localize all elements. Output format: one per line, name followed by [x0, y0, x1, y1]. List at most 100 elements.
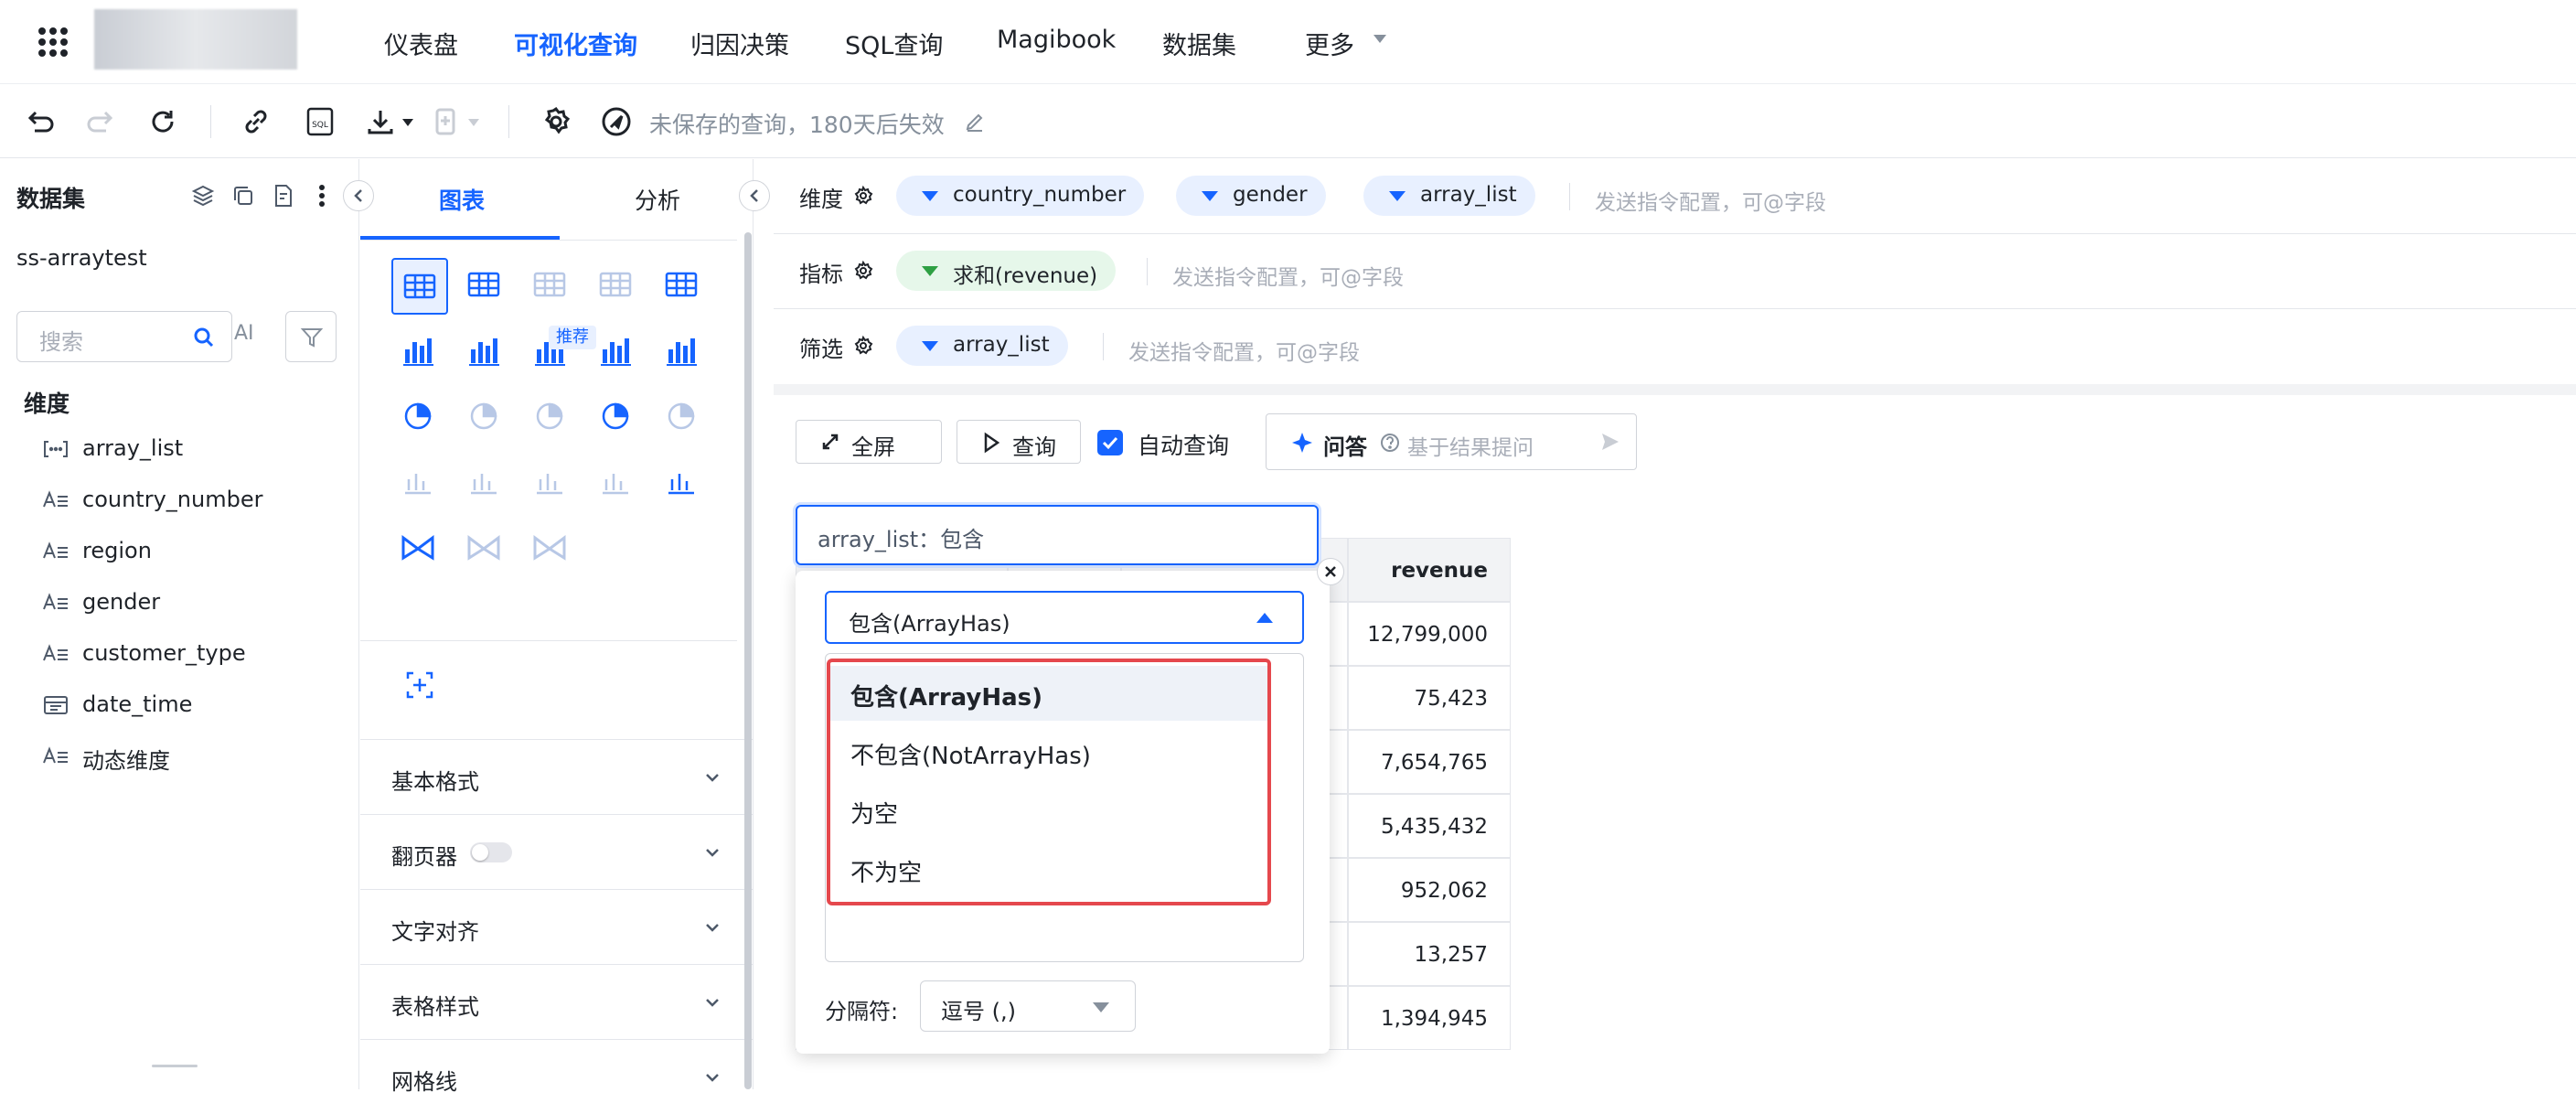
format-section-label: 基本格式	[391, 769, 479, 795]
sankey-icon[interactable]	[391, 521, 448, 578]
bar-chart-icon[interactable]	[391, 324, 448, 380]
search-input[interactable]: 搜索	[16, 311, 232, 362]
filter-pill[interactable]: array_list	[896, 326, 1068, 366]
redo-icon[interactable]	[84, 105, 117, 138]
waterfall-icon[interactable]	[523, 521, 580, 578]
histogram-icon[interactable]	[457, 455, 514, 512]
area-chart-icon[interactable]	[589, 324, 646, 380]
dimension-pill[interactable]: array_list	[1363, 176, 1535, 216]
funnel-stack-icon[interactable]	[523, 390, 580, 446]
tab-analysis[interactable]: 分析	[635, 183, 680, 216]
table-header-cell[interactable]: revenue	[1348, 538, 1511, 602]
dimension-command-input[interactable]: 发送指令配置，可@字段	[1595, 185, 1826, 216]
filter-command-input[interactable]: 发送指令配置，可@字段	[1128, 335, 1360, 366]
doc-settings-icon[interactable]	[271, 183, 296, 209]
ai-search-button[interactable]: AI	[234, 322, 254, 345]
field-item-动态维度[interactable]: 动态维度	[82, 743, 170, 775]
qa-input[interactable]: 问答 基于结果提问	[1266, 413, 1637, 470]
auto-query-checkbox[interactable]	[1097, 430, 1123, 455]
nav-magibook[interactable]: Magibook	[997, 26, 1116, 54]
scrollbar[interactable]	[744, 232, 752, 1089]
gauge-icon[interactable]	[457, 521, 514, 578]
collapse-chart-button[interactable]	[739, 180, 770, 211]
nav-sql-query[interactable]: SQL查询	[845, 26, 943, 61]
operator-option[interactable]: 包含(ArrayHas)	[830, 666, 1267, 721]
funnel-icon[interactable]	[589, 455, 646, 512]
operator-option[interactable]: 不为空	[830, 841, 1267, 896]
detail-table-icon[interactable]	[655, 258, 711, 315]
fullscreen-button[interactable]: 全屏	[796, 420, 942, 464]
edit-icon[interactable]	[964, 111, 986, 133]
gear-icon[interactable]	[540, 105, 572, 138]
array-icon	[42, 439, 69, 459]
field-item-date-time[interactable]: date_time	[82, 691, 192, 717]
word-cloud-icon[interactable]	[391, 455, 448, 512]
field-item-country-number[interactable]: country_number	[82, 487, 262, 512]
pager-toggle[interactable]	[470, 842, 512, 862]
format-section[interactable]: 基本格式	[360, 739, 754, 814]
refresh-icon[interactable]	[146, 105, 179, 138]
format-section[interactable]: 文字对齐	[360, 889, 754, 964]
field-item-array-list[interactable]: array_list	[82, 435, 183, 461]
map-chart-icon[interactable]	[457, 390, 514, 446]
search-icon[interactable]	[193, 327, 215, 348]
link-icon[interactable]	[240, 105, 273, 138]
nav-attribution[interactable]: 归因决策	[690, 26, 789, 61]
scatter-chart-icon[interactable]	[655, 390, 711, 446]
tab-chart[interactable]: 图表	[439, 183, 485, 216]
operator-select[interactable]: 包含(ArrayHas)	[825, 591, 1304, 644]
add-chart-icon[interactable]	[402, 668, 437, 702]
field-item-gender[interactable]: gender	[82, 589, 160, 615]
gear-icon[interactable]	[852, 185, 874, 207]
operator-option[interactable]: 为空	[830, 783, 1267, 838]
resize-handle[interactable]	[152, 1065, 198, 1067]
nav-dashboard[interactable]: 仪表盘	[384, 26, 458, 61]
okr-icon[interactable]	[589, 258, 646, 315]
layers-icon[interactable]	[190, 183, 216, 209]
format-section[interactable]: 翻页器	[360, 814, 754, 889]
field-item-customer-type[interactable]: customer_type	[82, 640, 246, 666]
auto-query-label[interactable]: 自动查询	[1138, 428, 1229, 461]
undo-icon[interactable]	[24, 105, 57, 138]
metric-pill[interactable]: 求和(revenue)	[896, 251, 1117, 291]
format-section[interactable]: 网格线	[360, 1039, 754, 1114]
table-chart-icon[interactable]	[391, 258, 448, 315]
format-section[interactable]: 表格样式	[360, 964, 754, 1039]
more-vertical-icon[interactable]	[316, 183, 327, 209]
dimension-pill[interactable]: country_number	[896, 176, 1145, 216]
dimension-pill[interactable]: gender	[1176, 176, 1326, 216]
line-table-icon[interactable]	[523, 258, 580, 315]
nav-dataset[interactable]: 数据集	[1162, 26, 1236, 61]
filter-button[interactable]	[285, 311, 337, 362]
filter-label: 筛选	[799, 337, 843, 362]
copy-icon[interactable]	[230, 183, 256, 209]
radar-chart-icon[interactable]	[655, 455, 711, 512]
apps-grid-icon[interactable]	[37, 26, 69, 59]
query-button[interactable]: 查询	[957, 420, 1081, 464]
navigate-icon[interactable]	[600, 105, 633, 138]
caret-down-icon[interactable]	[402, 119, 413, 126]
nav-visual-query[interactable]: 可视化查询	[514, 26, 637, 61]
download-icon[interactable]	[364, 105, 397, 138]
combo-chart-icon[interactable]	[655, 324, 711, 380]
filter-title-input[interactable]: array_list：包含	[796, 505, 1319, 565]
sql-icon[interactable]: SQL	[304, 105, 337, 138]
horizontal-bar-icon[interactable]	[457, 324, 514, 380]
separator-select[interactable]: 逗号 (,)	[920, 980, 1136, 1032]
send-icon[interactable]	[1599, 431, 1621, 453]
gear-icon[interactable]	[852, 260, 874, 282]
field-item-region[interactable]: region	[82, 538, 152, 563]
collapse-left-button[interactable]	[343, 180, 374, 211]
multi-line-icon[interactable]	[589, 390, 646, 446]
kpi-number-icon[interactable]	[523, 455, 580, 512]
qa-label: 问答	[1323, 434, 1367, 460]
nav-more[interactable]: 更多	[1305, 26, 1354, 61]
pivot-table-icon[interactable]	[457, 258, 514, 315]
pie-chart-icon[interactable]	[391, 390, 448, 446]
operator-option[interactable]: 不包含(NotArrayHas)	[830, 724, 1267, 779]
qa-placeholder: 基于结果提问	[1407, 436, 1534, 460]
gear-icon[interactable]	[852, 335, 874, 357]
operator-select-value: 包含(ArrayHas)	[849, 611, 1010, 637]
close-icon[interactable]	[1317, 558, 1344, 585]
metric-command-input[interactable]: 发送指令配置，可@字段	[1172, 260, 1404, 291]
